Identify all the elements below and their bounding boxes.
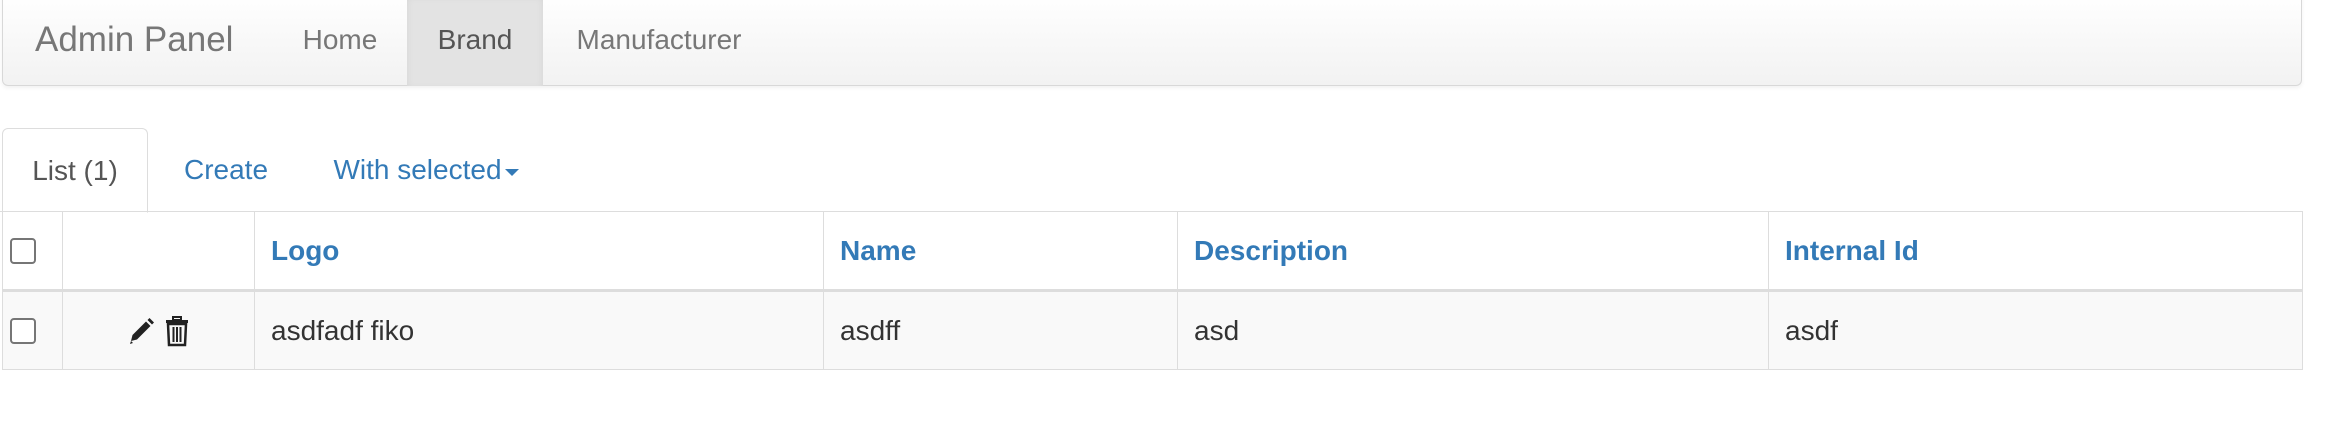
row-checkbox[interactable] <box>9 317 36 344</box>
row-actions-cell <box>62 290 255 370</box>
table-row: asdfadf fiko asdff asd asdf <box>2 290 2303 370</box>
nav-item-home[interactable]: Home <box>273 0 407 86</box>
caret-down-icon <box>504 168 519 176</box>
row-select-cell <box>2 290 63 370</box>
brand-list-table: Logo Name Description Internal Id asdfad… <box>2 211 2303 370</box>
header-select-all-cell <box>2 211 63 292</box>
cell-logo: asdfadf fiko <box>254 290 824 370</box>
top-navbar: Admin Panel Home Brand Manufacturer <box>2 0 2302 86</box>
cell-description: asd <box>1177 290 1769 370</box>
nav-item-manufacturer[interactable]: Manufacturer <box>543 0 775 86</box>
view-tabs: List (1) Create With selected <box>0 128 2302 213</box>
cell-internal-id: asdf <box>1768 290 2303 370</box>
tab-create[interactable]: Create <box>160 128 292 212</box>
navbar-brand[interactable]: Admin Panel <box>35 0 233 86</box>
pencil-icon[interactable] <box>127 315 155 347</box>
table-header-row: Logo Name Description Internal Id <box>2 211 2303 292</box>
tab-with-selected[interactable]: With selected <box>318 128 534 212</box>
column-header-description[interactable]: Description <box>1177 211 1769 292</box>
select-all-checkbox[interactable] <box>9 237 36 264</box>
column-header-logo[interactable]: Logo <box>254 211 824 292</box>
with-selected-label: With selected <box>333 154 502 185</box>
tab-list[interactable]: List (1) <box>2 128 148 213</box>
trash-icon[interactable] <box>163 315 191 347</box>
column-header-internal-id[interactable]: Internal Id <box>1768 211 2303 292</box>
column-header-name[interactable]: Name <box>823 211 1178 292</box>
header-actions-cell <box>62 211 255 292</box>
cell-name: asdff <box>823 290 1178 370</box>
nav-item-brand[interactable]: Brand <box>407 0 543 86</box>
